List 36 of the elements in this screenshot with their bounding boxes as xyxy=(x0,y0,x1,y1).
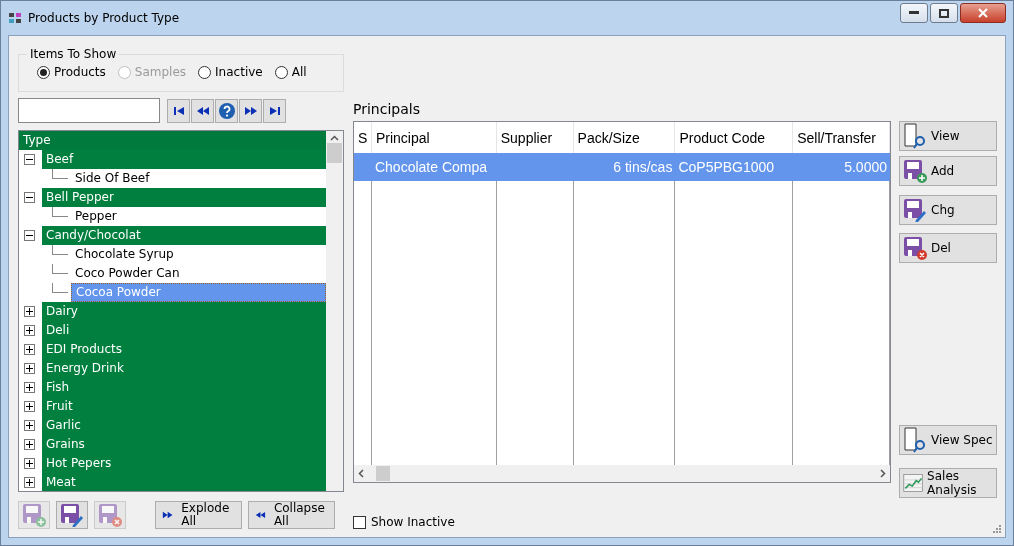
table-cell-text: CoP5PBG1000 xyxy=(677,158,776,177)
add-button[interactable]: Add xyxy=(899,156,997,186)
tree-header: Type xyxy=(19,131,326,150)
sales-analysis-button[interactable]: Sales Analysis xyxy=(899,468,997,498)
tree-group-item[interactable]: Deli xyxy=(42,321,326,340)
tree-group-item[interactable]: Meat xyxy=(42,473,326,491)
tree-group-item[interactable]: Hot Pepers xyxy=(42,454,326,473)
view-spec-button[interactable]: View Spec xyxy=(899,425,997,455)
collapse-all-button[interactable]: Collapse All xyxy=(248,501,335,529)
view-button[interactable]: View xyxy=(899,121,997,151)
radio-option[interactable]: All xyxy=(274,65,307,79)
tree-group-item[interactable]: Bell Pepper xyxy=(42,188,326,207)
radio-option[interactable]: Inactive xyxy=(198,65,263,79)
window-title: Products by Product Type xyxy=(28,11,181,25)
tree-item[interactable]: Coco Powder Can xyxy=(71,264,326,283)
table-cell-text: 6 tins/cas xyxy=(612,158,674,177)
principals-title: Principals xyxy=(353,101,421,119)
group-label: Items To Show xyxy=(29,47,118,61)
tree-group-item[interactable]: Candy/Chocolat xyxy=(42,226,326,245)
tree-group-item[interactable]: Fruit xyxy=(42,397,326,416)
tree-item[interactable]: Pepper xyxy=(71,207,326,226)
tree-group-item[interactable]: Dairy xyxy=(42,302,326,321)
tree-item[interactable]: Chocolate Syrup xyxy=(71,245,326,264)
tree-group-item[interactable]: Beef xyxy=(42,150,326,169)
explode-all-button[interactable]: Explode All xyxy=(155,501,242,529)
table-cell-text: 5.0000 xyxy=(843,158,888,177)
tree-item[interactable]: Side Of Beef xyxy=(71,169,326,188)
tree-group-item[interactable]: Grains xyxy=(42,435,326,454)
edit-button[interactable]: Chg xyxy=(899,195,997,225)
tree-group-item[interactable]: Garlic xyxy=(42,416,326,435)
table-cell-text: Chocolate Compa xyxy=(373,158,489,177)
tree-group-item[interactable]: EDI Products xyxy=(42,340,326,359)
delete-button[interactable]: Del xyxy=(899,233,997,263)
tree-group-item[interactable]: Fish xyxy=(42,378,326,397)
radio-option[interactable]: Products xyxy=(37,65,106,79)
tree-group-item[interactable]: Energy Drink xyxy=(42,359,326,378)
